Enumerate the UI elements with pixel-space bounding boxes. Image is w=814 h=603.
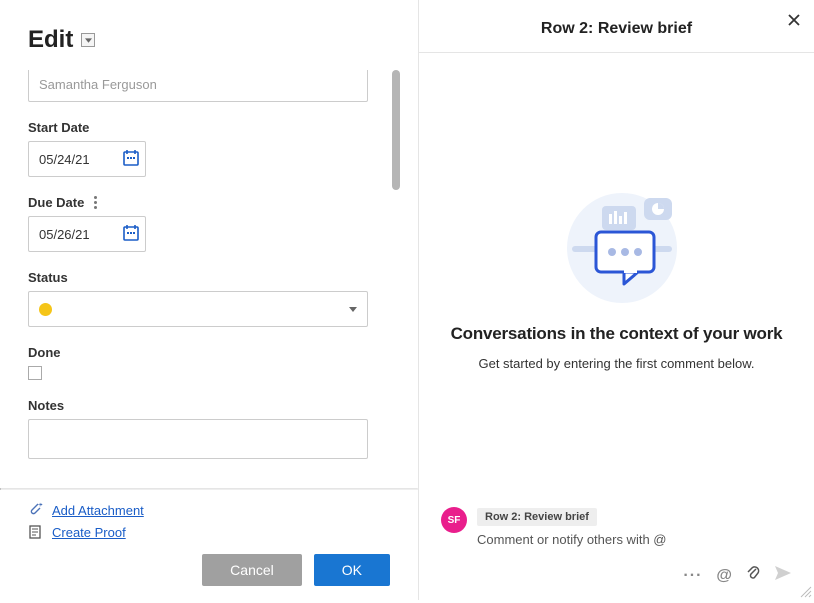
avatar: SF <box>441 507 467 533</box>
assignee-field[interactable] <box>28 70 368 102</box>
svg-text:+: + <box>38 502 42 509</box>
mention-icon[interactable]: @ <box>716 567 732 585</box>
title-dropdown[interactable] <box>81 33 95 47</box>
status-label: Status <box>28 270 390 285</box>
send-icon[interactable] <box>774 565 792 586</box>
done-label: Done <box>28 345 390 360</box>
page-title: Edit <box>28 26 390 54</box>
conversation-panel: Row 2: Review brief Conversations in the… <box>419 0 814 600</box>
context-pill[interactable]: Row 2: Review brief <box>477 508 597 526</box>
cancel-button[interactable]: Cancel <box>202 554 302 586</box>
done-checkbox[interactable] <box>28 366 42 380</box>
start-date-label: Start Date <box>28 120 390 135</box>
attachment-icon: + <box>28 502 44 518</box>
edit-panel: Edit Start Date <box>0 0 418 600</box>
scrollbar[interactable] <box>392 70 400 190</box>
create-proof-link[interactable]: Create Proof <box>52 525 126 540</box>
resize-handle[interactable] <box>798 584 812 598</box>
panel-title: Row 2: Review brief <box>419 20 814 38</box>
notes-field[interactable] <box>28 419 368 459</box>
conversation-heading: Conversations in the context of your wor… <box>451 324 783 344</box>
attach-icon[interactable] <box>746 565 760 586</box>
conversation-subtext: Get started by entering the first commen… <box>478 356 754 371</box>
chevron-down-icon <box>349 307 357 312</box>
conversation-illustration <box>552 176 682 306</box>
more-icon[interactable] <box>94 196 97 209</box>
edit-title-text: Edit <box>28 26 73 54</box>
due-date-field[interactable] <box>28 216 146 252</box>
close-button[interactable] <box>788 10 800 31</box>
comment-input[interactable]: Comment or notify others with @ <box>477 532 792 547</box>
status-dot <box>39 303 52 316</box>
status-select[interactable] <box>28 291 368 327</box>
start-date-field[interactable] <box>28 141 146 177</box>
more-actions-icon[interactable]: ··· <box>683 567 702 585</box>
add-attachment-link[interactable]: Add Attachment <box>52 503 144 518</box>
due-date-label: Due Date <box>28 195 84 210</box>
proof-icon <box>28 524 44 540</box>
notes-label: Notes <box>28 398 390 413</box>
ok-button[interactable]: OK <box>314 554 390 586</box>
